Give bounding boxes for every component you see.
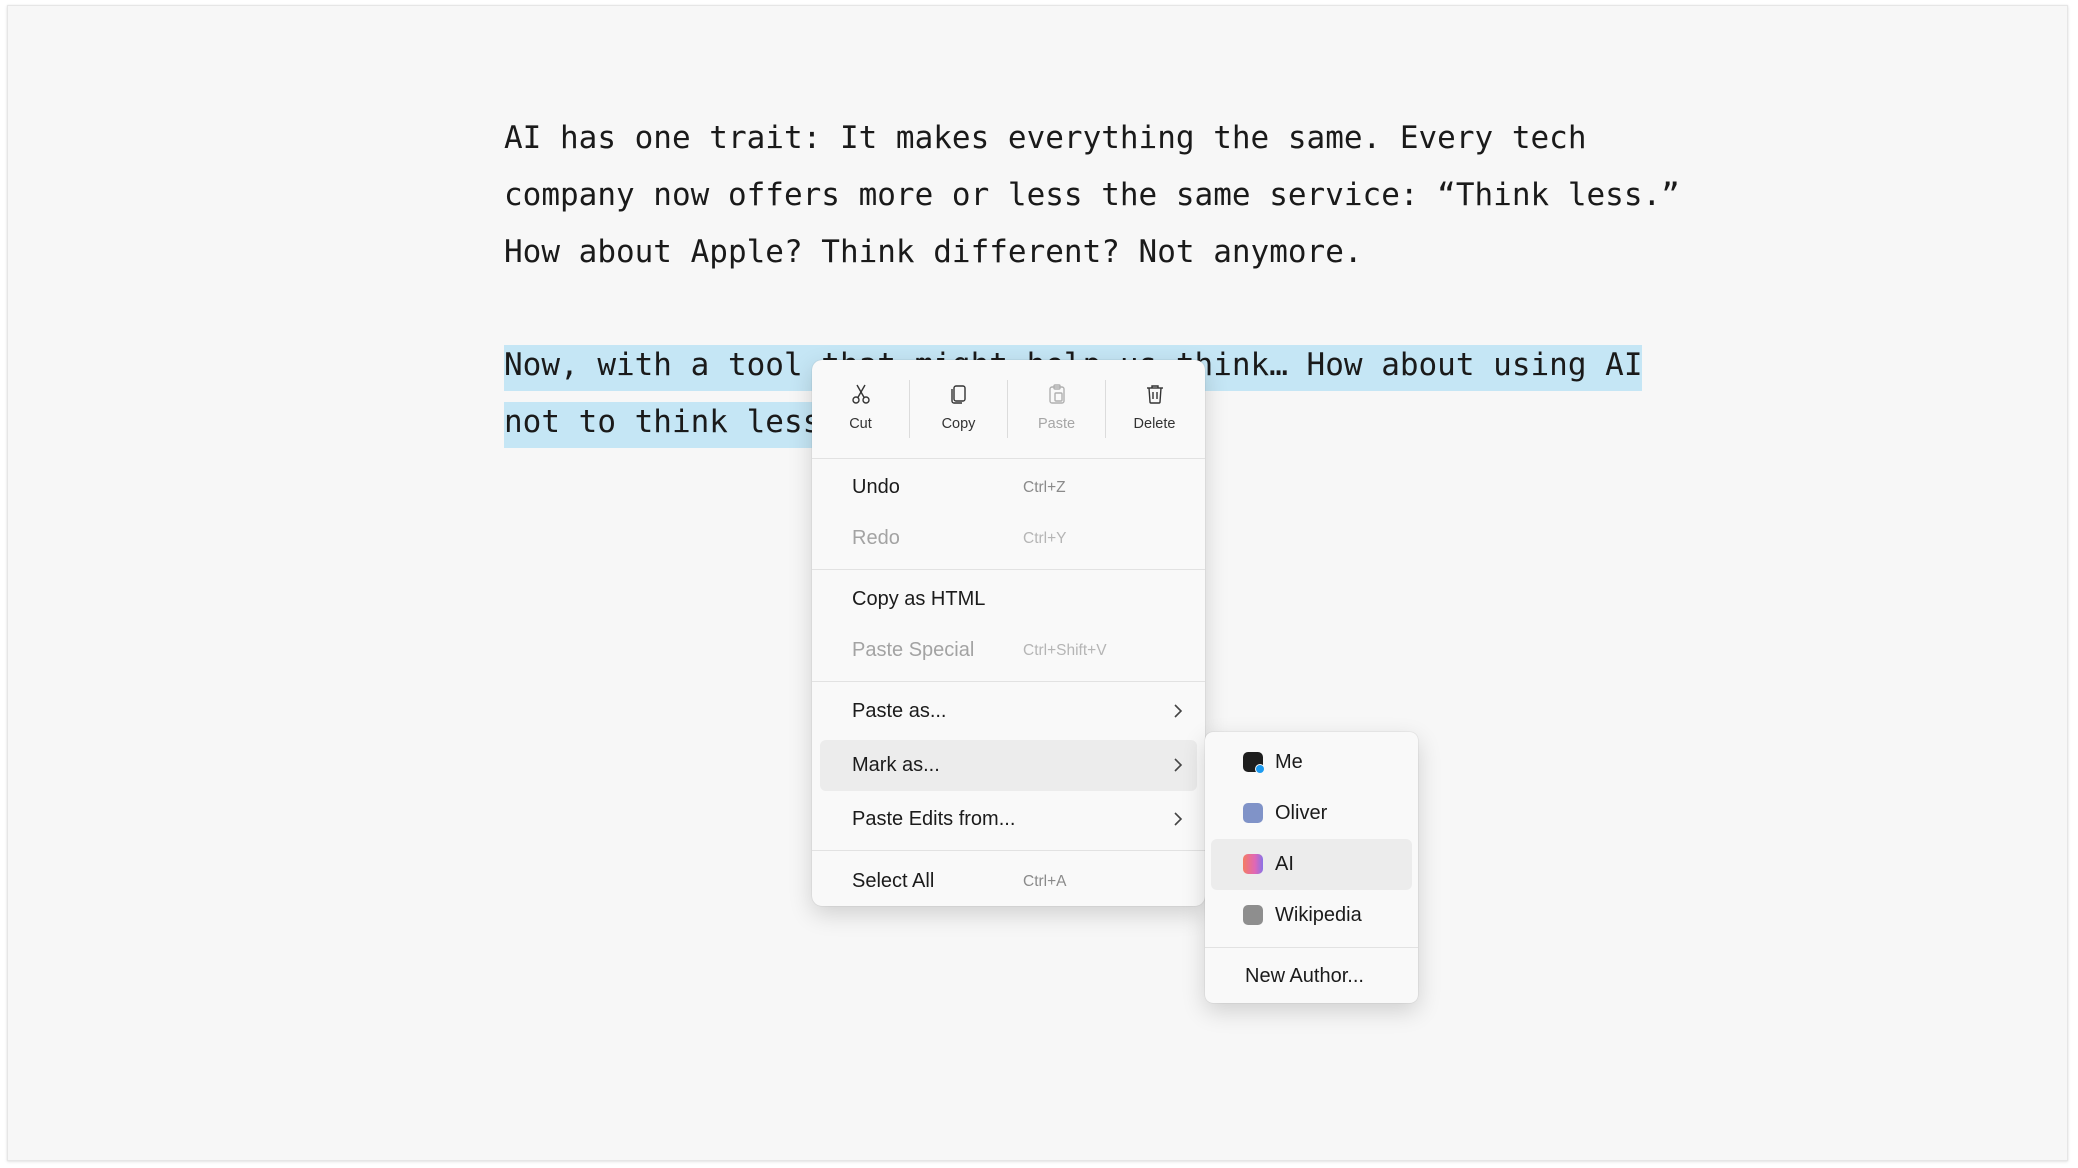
menu-item-label: Undo [852, 476, 900, 498]
author-wikipedia-swatch [1243, 905, 1263, 925]
chevron-right-icon [1174, 812, 1183, 826]
new-author-label: New Author... [1245, 965, 1364, 987]
menu-item-redo[interactable]: Redo Ctrl+Y [812, 513, 1205, 564]
author-label: Oliver [1275, 802, 1328, 824]
cut-button[interactable]: Cut [812, 360, 909, 458]
menu-item-shortcut: Ctrl+Shift+V [1023, 641, 1107, 659]
author-oliver-swatch [1243, 803, 1263, 823]
menu-item-label: Paste Edits from... [852, 808, 1016, 830]
author-item-oliver[interactable]: Oliver [1205, 788, 1418, 839]
trash-icon [1146, 385, 1163, 404]
clipboard-toolbar: Cut Copy Paste Delete [812, 360, 1205, 458]
menu-item-select-all[interactable]: Select All Ctrl+A [812, 856, 1205, 906]
context-menu: Cut Copy Paste Delete Undo Ctrl+Z Redo C… [812, 360, 1205, 906]
mark-as-submenu: Me Oliver AI Wikipedia New Author... [1205, 732, 1418, 1003]
author-item-me[interactable]: Me [1205, 737, 1418, 788]
author-item-ai[interactable]: AI [1211, 839, 1412, 890]
online-badge [1255, 764, 1265, 774]
clipboard-icon [1048, 384, 1065, 404]
menu-item-label: Redo [852, 527, 900, 549]
menu-item-label: Paste as... [852, 700, 947, 722]
menu-item-label: Paste Special [852, 639, 975, 661]
scissors-icon [851, 384, 870, 404]
menu-item-undo[interactable]: Undo Ctrl+Z [812, 462, 1205, 513]
selected-text-line[interactable]: not to think less [504, 402, 822, 448]
paragraph[interactable]: AI has one trait: It makes everything th… [504, 110, 1694, 281]
new-author-button[interactable]: New Author... [1205, 951, 1418, 1002]
menu-item-label: Select All [852, 870, 935, 892]
paste-button[interactable]: Paste [1008, 360, 1105, 458]
chevron-right-icon [1174, 758, 1183, 772]
cut-label: Cut [849, 416, 872, 432]
menu-item-paste-edits-from[interactable]: Paste Edits from... [812, 794, 1205, 845]
author-label: Wikipedia [1275, 904, 1362, 926]
menu-item-paste-as[interactable]: Paste as... [812, 686, 1205, 737]
chevron-right-icon [1174, 704, 1183, 718]
author-me-avatar [1243, 752, 1265, 774]
menu-item-label: Copy as HTML [852, 588, 986, 610]
delete-label: Delete [1133, 416, 1176, 432]
menu-item-shortcut: Ctrl+Y [1023, 529, 1067, 547]
menu-item-shortcut: Ctrl+Z [1023, 478, 1066, 496]
delete-button[interactable]: Delete [1106, 360, 1203, 458]
copy-label: Copy [941, 416, 976, 432]
paste-label: Paste [1037, 416, 1076, 432]
menu-item-label: Mark as... [852, 754, 940, 776]
menu-item-mark-as[interactable]: Mark as... [820, 740, 1197, 791]
copy-button[interactable]: Copy [910, 360, 1007, 458]
menu-item-shortcut: Ctrl+A [1023, 872, 1067, 890]
menu-item-copy-as-html[interactable]: Copy as HTML [812, 574, 1205, 625]
menu-item-paste-special[interactable]: Paste Special Ctrl+Shift+V [812, 625, 1205, 676]
author-label: AI [1275, 853, 1294, 875]
author-ai-swatch [1243, 854, 1263, 874]
copy-icon [950, 385, 966, 404]
author-item-wikipedia[interactable]: Wikipedia [1205, 890, 1418, 941]
author-label: Me [1275, 751, 1303, 773]
